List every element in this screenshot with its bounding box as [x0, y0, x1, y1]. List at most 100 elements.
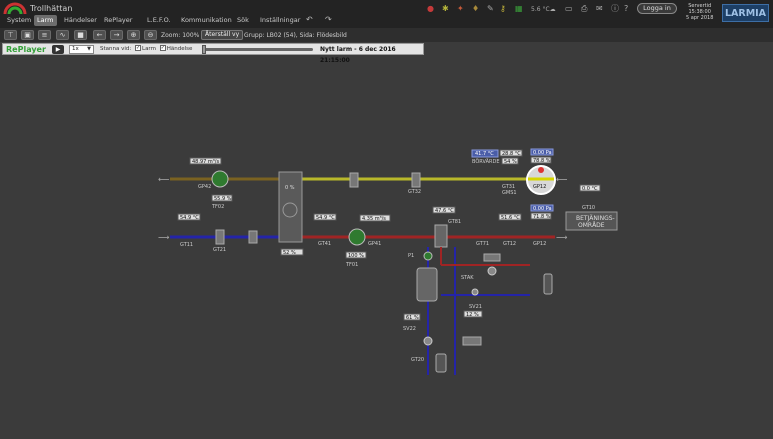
menu-installningar[interactable]: Inställningar: [257, 15, 303, 26]
damper-icon[interactable]: [411, 172, 421, 188]
gt12-label: GT12: [503, 241, 516, 247]
stop-label: Stanna vid:: [100, 46, 132, 52]
valve-icon[interactable]: [471, 288, 479, 296]
menu-sok[interactable]: Sök: [234, 15, 252, 26]
service-area-line2: OMRÅDE: [578, 222, 605, 229]
tool-icon[interactable]: ✎: [487, 4, 494, 14]
menu-lefo[interactable]: L.E.F.O.: [144, 15, 174, 26]
back-button[interactable]: ←: [93, 30, 106, 40]
supply-fan-icon[interactable]: [348, 228, 366, 246]
gp41-pct: 100 %: [348, 253, 364, 259]
hx-pct2: 52 %: [283, 250, 296, 256]
alarm-icon[interactable]: ●: [427, 4, 434, 14]
heat-exchanger[interactable]: [278, 171, 303, 243]
tf02-label: TF02: [211, 204, 224, 210]
larm-checkbox[interactable]: ✓: [135, 45, 141, 51]
forward-button[interactable]: →: [110, 30, 123, 40]
gt71-label: GT71: [476, 241, 489, 247]
warning-icon[interactable]: ✱: [442, 4, 449, 14]
sv21-pct: 12 %: [466, 312, 479, 318]
damper-icon[interactable]: [215, 229, 225, 245]
gt20-label: GT20: [411, 357, 424, 363]
reset-view-button[interactable]: Återställ vy: [201, 30, 244, 40]
menu-system[interactable]: System: [4, 15, 34, 26]
exhaust-fan-icon[interactable]: [211, 170, 229, 188]
exchanger-icon[interactable]: [483, 253, 501, 262]
zoom-out-button[interactable]: ⊖: [144, 30, 157, 40]
gt31-label-2: GMS1: [502, 190, 517, 196]
key-icon[interactable]: ⚷: [500, 4, 506, 14]
weather-icon: 5.6 °C☁: [531, 6, 556, 13]
gt10-value: 0.0 °C: [582, 186, 598, 192]
app-title: Trollhättan: [30, 4, 73, 13]
timeline-slider-thumb[interactable]: [202, 45, 206, 54]
calendar-icon[interactable]: ▦: [515, 4, 523, 14]
expansion-vessel[interactable]: [435, 353, 447, 373]
redo-icon[interactable]: ↷: [325, 15, 332, 25]
gt21-label: GT21: [213, 247, 226, 253]
heat-tank[interactable]: [416, 267, 438, 302]
menu-kommunikation[interactable]: Kommunikation: [178, 15, 235, 26]
help-icon[interactable]: ?: [624, 4, 628, 14]
pump-p1-icon[interactable]: [423, 251, 433, 261]
trend-button[interactable]: ⊤: [4, 30, 17, 40]
gt11-value: 54.9 °C: [180, 215, 199, 221]
play-button[interactable]: ▶: [52, 45, 64, 54]
service-area-line1: BETJÄNINGS-: [576, 215, 615, 222]
heating-coil[interactable]: [434, 224, 448, 248]
events-checkbox[interactable]: ✓: [159, 45, 166, 51]
setpoint-value: 41.7 °C: [475, 151, 494, 157]
stop-options: Stanna vid: ✓ Larm ✓ Händelse: [100, 45, 192, 54]
speed-select[interactable]: 1x ▼: [69, 45, 94, 54]
arrow-out-icon: ⟶: [556, 233, 568, 242]
gp41-label: GP41: [368, 241, 381, 247]
list-button[interactable]: ≡: [38, 30, 51, 40]
valve-icon[interactable]: [487, 266, 497, 276]
gp12-pa: 0.00 Pa: [533, 150, 552, 156]
gp12-value: 78.8 %: [533, 158, 551, 164]
server-time: Servertid 15:38:00 5 apr 2018: [686, 3, 713, 21]
undo-icon[interactable]: ↶: [306, 15, 313, 25]
replayer-title: RePlayer: [6, 45, 46, 54]
gt31-value: 28.8 °C: [502, 151, 521, 157]
alarm-pin-icon: [538, 167, 544, 173]
valve-icon[interactable]: [423, 336, 433, 346]
gt81-label: GT81: [448, 219, 461, 225]
gt11-label: GT11: [180, 242, 193, 248]
gp12-label: GP12: [533, 184, 546, 190]
hx-pct: 0 %: [285, 185, 295, 191]
pump-icon[interactable]: ♦: [472, 4, 479, 14]
info-icon[interactable]: ⓘ: [611, 4, 619, 14]
menu-replayer[interactable]: RePlayer: [101, 15, 135, 26]
sv21-label: SV21: [469, 304, 482, 310]
arrow-in-icon: ⟵: [158, 175, 170, 184]
image-button[interactable]: ▣: [21, 30, 34, 40]
mail-icon[interactable]: ✉: [596, 4, 603, 14]
events-checkbox-label: Händelse: [166, 46, 193, 52]
menu-larm[interactable]: Larm: [34, 15, 57, 26]
damper-icon[interactable]: [349, 172, 359, 188]
filter-icon[interactable]: [248, 230, 258, 244]
brand-logo: LARMIA: [722, 4, 769, 22]
larm-checkbox-label: Larm: [142, 46, 156, 52]
print-icon[interactable]: ⎙: [581, 4, 587, 14]
flow-diagram-svg: ⟵ ⟵ ⟶ ⟶ 0 % 52 % 48.97 m³/s GP42 55.9 % …: [158, 148, 618, 375]
stop-button[interactable]: ■: [74, 30, 87, 40]
speed-value: 1x: [72, 46, 79, 52]
fire-icon[interactable]: ✦: [457, 4, 464, 14]
timeline-slider[interactable]: [203, 48, 313, 51]
gp41-value: 4.35 m³/s: [362, 216, 386, 222]
login-button[interactable]: Logga in: [637, 3, 677, 14]
gt41-value: 54.9 °C: [316, 215, 335, 221]
chart-button[interactable]: ∿: [56, 30, 69, 40]
exchanger-icon[interactable]: [462, 336, 482, 346]
gt81-value: 47.6 °C: [435, 208, 454, 214]
chevron-down-icon: ▼: [87, 46, 91, 52]
menu-handelser[interactable]: Händelser: [61, 15, 100, 26]
monitor-icon[interactable]: ▭: [565, 4, 573, 14]
app-logo-icon: [3, 2, 27, 15]
gp42-value: 48.97 m³/s: [192, 159, 219, 165]
gt41-label: GT41: [318, 241, 331, 247]
zoom-in-button[interactable]: ⊕: [127, 30, 140, 40]
expansion-vessel[interactable]: [543, 273, 553, 295]
